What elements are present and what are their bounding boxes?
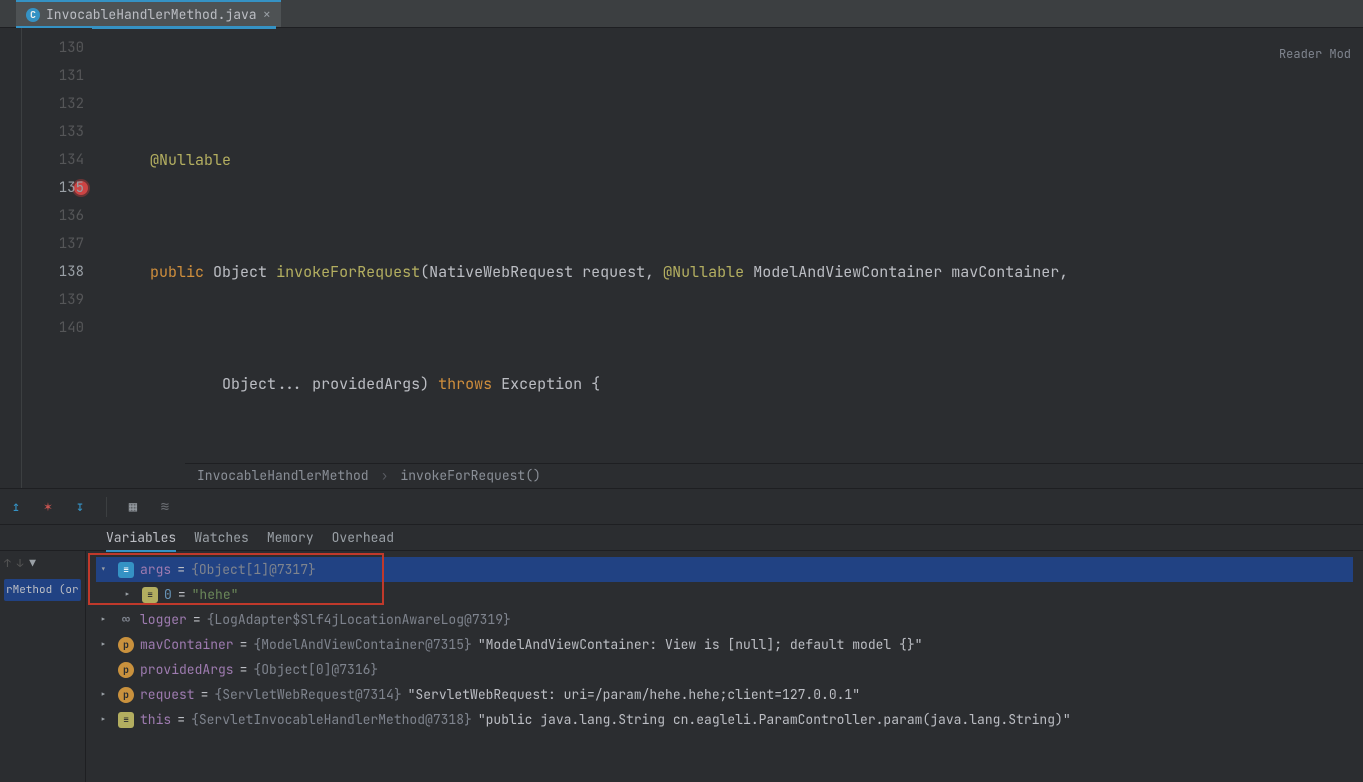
- equals-sign: =: [193, 611, 201, 628]
- equals-sign: =: [177, 561, 185, 578]
- this-icon: ≡: [118, 712, 134, 728]
- variable-name: args: [140, 561, 171, 578]
- calculator-icon[interactable]: ▦: [123, 497, 143, 517]
- editor-tabbar: C InvocableHandlerMethod.java ×: [0, 0, 1363, 28]
- tab-memory[interactable]: Memory: [267, 525, 314, 550]
- file-tab-label: InvocableHandlerMethod.java: [46, 6, 257, 23]
- breadcrumb-class[interactable]: InvocableHandlerMethod: [197, 462, 369, 488]
- run-to-cursor-icon[interactable]: ↧: [70, 497, 90, 517]
- variable-name: mavContainer: [140, 636, 234, 653]
- chevron-right-icon[interactable]: ▸: [100, 688, 112, 702]
- equals-sign: =: [177, 711, 185, 728]
- drop-frame-icon[interactable]: ✶: [38, 497, 58, 517]
- line-number-gutter[interactable]: 130 131 132 133 134 135 136 137 138 139 …: [22, 28, 92, 488]
- breadcrumb-method[interactable]: invokeForRequest(): [400, 462, 540, 488]
- step-out-icon[interactable]: ↥: [6, 497, 26, 517]
- line-number: 133: [22, 118, 92, 146]
- variable-tostring: "ModelAndViewContainer: View is [null]; …: [478, 636, 923, 653]
- close-icon[interactable]: ×: [263, 6, 271, 24]
- variable-ref: {ModelAndViewContainer@7315}: [253, 636, 471, 653]
- tab-overhead[interactable]: Overhead: [332, 525, 394, 550]
- frame-down-icon[interactable]: ↓: [17, 557, 24, 571]
- evaluate-icon[interactable]: ≋: [155, 497, 175, 517]
- variable-name: providedArgs: [140, 661, 234, 678]
- variable-name: 0: [164, 586, 172, 603]
- param-icon: p: [118, 662, 134, 678]
- element-icon: ≡: [142, 587, 158, 603]
- line-number: 135: [22, 174, 92, 202]
- equals-sign: =: [178, 586, 186, 603]
- tab-variables[interactable]: Variables: [106, 525, 176, 552]
- variable-tostring: "ServletWebRequest: uri=/param/hehe.hehe…: [408, 686, 860, 703]
- array-icon: ≡: [118, 562, 134, 578]
- variable-ref: {ServletInvocableHandlerMethod@7318}: [191, 711, 472, 728]
- code-line: @Nullable: [92, 146, 1363, 174]
- variable-row[interactable]: ▾ ≡ args = {Object[1]@7317}: [96, 557, 1353, 582]
- code-line: public Object invokeForRequest(NativeWeb…: [92, 258, 1363, 286]
- frames-pane[interactable]: ↑ ↓ ▼ rMethod (or: [0, 551, 86, 782]
- variable-name: request: [140, 686, 195, 703]
- variables-pane[interactable]: ▾ ≡ args = {Object[1]@7317} ▸ ≡ 0 = "heh…: [86, 551, 1363, 782]
- equals-sign: =: [240, 636, 248, 653]
- param-icon: p: [118, 637, 134, 653]
- variable-value: "hehe": [192, 586, 239, 603]
- variable-row[interactable]: ▸ ≡ this = {ServletInvocableHandlerMetho…: [96, 707, 1353, 732]
- stack-frame[interactable]: rMethod (or: [4, 579, 81, 601]
- variable-value: {LogAdapter$Slf4jLocationAwareLog@7319}: [207, 611, 511, 628]
- horizontal-scrollbar[interactable]: [185, 452, 1363, 462]
- class-icon: C: [26, 8, 40, 22]
- param-icon: p: [118, 687, 134, 703]
- line-number: 136: [22, 202, 92, 230]
- variable-name: this: [140, 711, 171, 728]
- variable-row[interactable]: ▸ ≡ 0 = "hehe": [96, 582, 1353, 607]
- breadcrumb[interactable]: InvocableHandlerMethod invokeForRequest(…: [185, 463, 1363, 488]
- debug-toolwindow: ↥ ✶ ↧ ▦ ≋ Variables Watches Memory Overh…: [0, 488, 1363, 782]
- line-number: 137: [22, 230, 92, 258]
- chevron-right-icon[interactable]: ▸: [100, 638, 112, 652]
- code-area[interactable]: Reader Mod @Nullable public Object invok…: [92, 28, 1363, 488]
- frame-up-icon[interactable]: ↑: [4, 557, 11, 571]
- line-number: 139: [22, 286, 92, 314]
- frames-controls: ↑ ↓ ▼: [4, 557, 81, 571]
- variable-name: logger: [140, 611, 187, 628]
- file-tab[interactable]: C InvocableHandlerMethod.java ×: [16, 0, 281, 27]
- line-number: 140: [22, 314, 92, 342]
- variable-row[interactable]: ▸ ∞ logger = {LogAdapter$Slf4jLocationAw…: [96, 607, 1353, 632]
- variable-ref: {ServletWebRequest@7314}: [214, 686, 401, 703]
- chevron-right-icon[interactable]: ▸: [100, 713, 112, 727]
- line-number: 134: [22, 146, 92, 174]
- equals-sign: =: [240, 661, 248, 678]
- line-number: 131: [22, 62, 92, 90]
- debug-toolbar: ↥ ✶ ↧ ▦ ≋: [0, 489, 1363, 525]
- filter-icon[interactable]: ▼: [29, 557, 36, 571]
- equals-sign: =: [201, 686, 209, 703]
- chevron-right-icon[interactable]: ▸: [124, 588, 136, 602]
- variable-row[interactable]: ▸ p request = {ServletWebRequest@7314} "…: [96, 682, 1353, 707]
- reader-mode-label[interactable]: Reader Mod: [1273, 38, 1357, 70]
- debug-body: ↑ ↓ ▼ rMethod (or ▾ ≡ args = {Object[1]@…: [0, 551, 1363, 782]
- variable-row[interactable]: ▸ p mavContainer = {ModelAndViewContaine…: [96, 632, 1353, 657]
- variable-row[interactable]: p providedArgs = {Object[0]@7316}: [96, 657, 1353, 682]
- watch-icon: ∞: [118, 612, 134, 628]
- variable-tostring: "public java.lang.String cn.eagleli.Para…: [478, 711, 1071, 728]
- chevron-right-icon[interactable]: ▸: [100, 613, 112, 627]
- variable-value: {Object[0]@7316}: [253, 661, 378, 678]
- tab-watches[interactable]: Watches: [194, 525, 249, 550]
- tool-window-stripe[interactable]: [0, 28, 22, 488]
- code-line: Object... providedArgs) throws Exception…: [92, 370, 1363, 398]
- chevron-down-icon[interactable]: ▾: [100, 563, 112, 577]
- code-editor: 130 131 132 133 134 135 136 137 138 139 …: [0, 28, 1363, 488]
- line-number: 130: [22, 34, 92, 62]
- line-number: 132: [22, 90, 92, 118]
- toolbar-separator: [106, 497, 107, 517]
- chevron-right-icon: [377, 462, 393, 488]
- variable-value: {Object[1]@7317}: [191, 561, 316, 578]
- debug-tabs: Variables Watches Memory Overhead: [0, 525, 1363, 551]
- line-number: 138: [22, 258, 92, 286]
